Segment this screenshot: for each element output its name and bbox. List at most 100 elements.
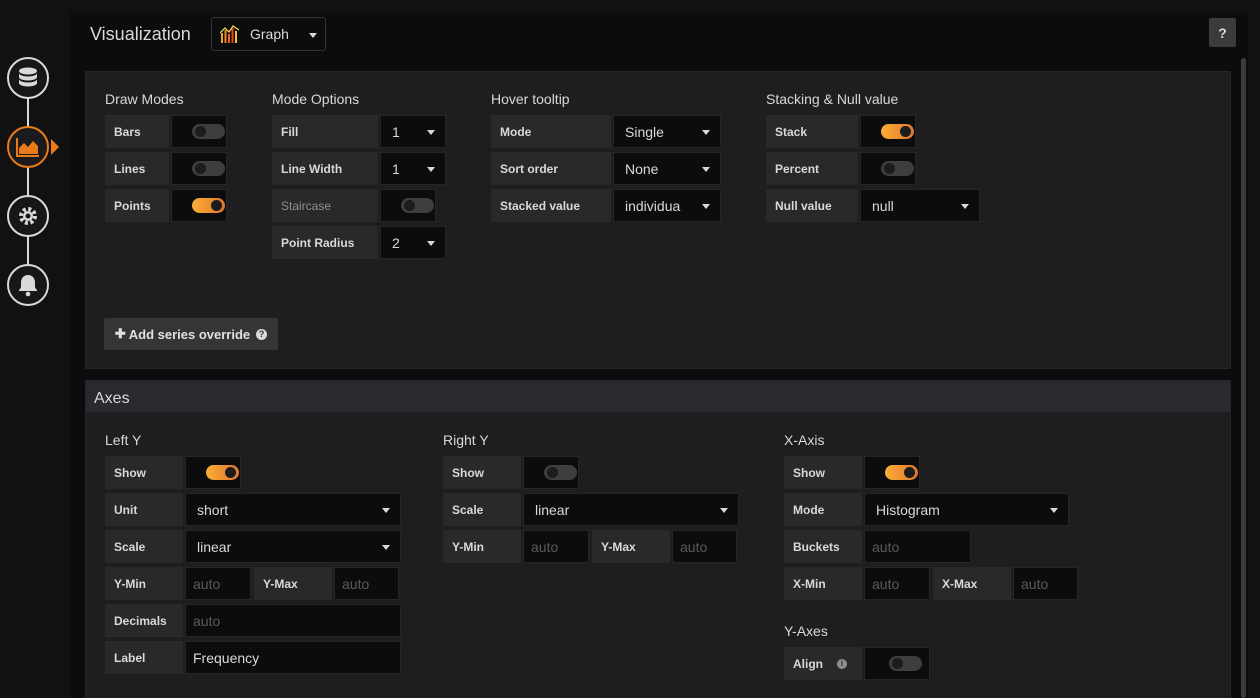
stack-switch-box bbox=[860, 115, 916, 148]
x-axis-buckets-label: Buckets bbox=[784, 530, 862, 563]
x-axis-xmax-placeholder: auto bbox=[1021, 575, 1049, 592]
x-axis-xmin-label: X-Min bbox=[784, 567, 862, 600]
points-label: Points bbox=[105, 189, 169, 222]
null-value-row: Null value null bbox=[766, 189, 980, 222]
left-y-ymin-label: Y-Min bbox=[105, 567, 183, 600]
tooltip-mode-row: Mode Single bbox=[491, 115, 721, 148]
tooltip-mode-select[interactable]: Single bbox=[613, 115, 721, 148]
bars-toggle[interactable] bbox=[192, 124, 225, 139]
left-y-scale-label: Scale bbox=[105, 530, 183, 563]
right-y-ymax-input[interactable]: auto bbox=[672, 530, 737, 563]
x-axis-buckets-input[interactable]: auto bbox=[864, 530, 971, 563]
bars-switch-box bbox=[171, 115, 227, 148]
axes-section: Axes Left Y Show Unit short Scale linear bbox=[85, 380, 1231, 698]
left-y-ymax-label: Y-Max bbox=[254, 567, 332, 600]
point-radius-label: Point Radius bbox=[272, 226, 378, 259]
sidebar bbox=[0, 0, 62, 698]
null-value-select[interactable]: null bbox=[860, 189, 980, 222]
fill-select[interactable]: 1 bbox=[380, 115, 446, 148]
sidebar-item-queries[interactable] bbox=[7, 57, 49, 99]
stacked-value-label: Stacked value bbox=[491, 189, 611, 222]
x-axis-xmax-input[interactable]: auto bbox=[1013, 567, 1078, 600]
visualization-picker[interactable]: Graph bbox=[211, 17, 326, 51]
mode-options-title: Mode Options bbox=[272, 91, 360, 107]
sidebar-item-alert[interactable] bbox=[7, 264, 49, 306]
sidebar-item-general[interactable] bbox=[7, 195, 49, 237]
add-series-override-button[interactable]: ✚ Add series override ? bbox=[104, 318, 278, 350]
sort-order-label: Sort order bbox=[491, 152, 611, 185]
line-width-value: 1 bbox=[392, 160, 400, 177]
left-y-show-row: Show bbox=[105, 456, 241, 489]
x-axis-mode-select[interactable]: Histogram bbox=[864, 493, 1069, 526]
right-y-ymin-placeholder: auto bbox=[531, 538, 559, 555]
point-radius-row: Point Radius 2 bbox=[272, 226, 446, 259]
sort-order-select[interactable]: None bbox=[613, 152, 721, 185]
sidebar-item-visualization[interactable] bbox=[7, 126, 49, 168]
y-axes-align-text: Align bbox=[793, 656, 823, 671]
x-axis-show-switch-box bbox=[864, 456, 920, 489]
bars-label: Bars bbox=[105, 115, 169, 148]
left-y-label-input[interactable]: Frequency bbox=[185, 641, 401, 674]
axes-header[interactable]: Axes bbox=[86, 381, 1230, 412]
points-toggle[interactable] bbox=[192, 198, 225, 213]
help-button[interactable]: ? bbox=[1209, 18, 1236, 47]
left-y-scale-select[interactable]: linear bbox=[185, 530, 401, 563]
left-y-show-label: Show bbox=[105, 456, 183, 489]
staircase-switch-box bbox=[380, 189, 436, 222]
left-y-decimals-input[interactable]: auto bbox=[185, 604, 401, 637]
right-y-show-toggle[interactable] bbox=[544, 465, 577, 480]
display-options-section: Draw Modes Bars Lines Points Mode Option… bbox=[85, 71, 1231, 369]
right-y-show-switch-box bbox=[523, 456, 579, 489]
lines-toggle[interactable] bbox=[192, 161, 225, 176]
x-axis-minmax-row: X-Min auto X-Max auto bbox=[784, 567, 1078, 600]
right-y-scale-select[interactable]: linear bbox=[523, 493, 739, 526]
chevron-down-icon bbox=[702, 130, 710, 135]
fill-row: Fill 1 bbox=[272, 115, 446, 148]
stack-toggle[interactable] bbox=[881, 124, 914, 139]
left-y-ymax-input[interactable]: auto bbox=[334, 567, 399, 600]
x-axis-xmin-input[interactable]: auto bbox=[864, 567, 930, 600]
left-y-ymin-placeholder: auto bbox=[193, 575, 221, 592]
left-y-scale-value: linear bbox=[197, 538, 232, 555]
stacking-title: Stacking & Null value bbox=[766, 91, 899, 107]
x-axis-mode-row: Mode Histogram bbox=[784, 493, 1069, 526]
percent-switch-box bbox=[860, 152, 916, 185]
question-circle-icon: ? bbox=[256, 328, 268, 340]
y-axes-align-toggle[interactable] bbox=[889, 656, 922, 671]
percent-toggle[interactable] bbox=[881, 161, 914, 176]
right-y-ymin-input[interactable]: auto bbox=[523, 530, 589, 563]
left-y-ymin-input[interactable]: auto bbox=[185, 567, 251, 600]
left-y-scale-row: Scale linear bbox=[105, 530, 401, 563]
app-root: Visualization Graph ? Draw Modes Bars Li… bbox=[0, 0, 1260, 698]
left-y-unit-value: short bbox=[197, 501, 229, 518]
x-axis-buckets-row: Buckets auto bbox=[784, 530, 971, 563]
line-width-select[interactable]: 1 bbox=[380, 152, 446, 185]
x-axis-title: X-Axis bbox=[784, 432, 825, 448]
left-y-unit-select[interactable]: short bbox=[185, 493, 401, 526]
info-icon: i bbox=[837, 658, 847, 669]
null-value-value: null bbox=[872, 197, 894, 214]
left-y-title: Left Y bbox=[105, 432, 142, 448]
point-radius-select[interactable]: 2 bbox=[380, 226, 446, 259]
left-y-show-toggle[interactable] bbox=[206, 465, 239, 480]
stack-row: Stack bbox=[766, 115, 916, 148]
x-axis-buckets-placeholder: auto bbox=[872, 538, 900, 555]
null-value-label: Null value bbox=[766, 189, 858, 222]
chevron-down-icon bbox=[702, 167, 710, 172]
staircase-label: Staircase bbox=[272, 189, 378, 222]
left-y-minmax-row: Y-Min auto Y-Max auto bbox=[105, 567, 399, 600]
stacked-value-select[interactable]: individua bbox=[613, 189, 721, 222]
hover-tooltip-title: Hover tooltip bbox=[491, 91, 570, 107]
chevron-down-icon bbox=[427, 130, 435, 135]
left-y-show-switch-box bbox=[185, 456, 241, 489]
left-y-unit-row: Unit short bbox=[105, 493, 401, 526]
chevron-down-icon bbox=[702, 204, 710, 209]
scrollbar[interactable] bbox=[1241, 58, 1246, 698]
staircase-toggle[interactable] bbox=[401, 198, 434, 213]
tooltip-mode-value: Single bbox=[625, 123, 664, 140]
lines-label: Lines bbox=[105, 152, 169, 185]
x-axis-show-toggle[interactable] bbox=[885, 465, 918, 480]
percent-label: Percent bbox=[766, 152, 858, 185]
bars-row: Bars bbox=[105, 115, 227, 148]
bell-icon bbox=[18, 275, 38, 297]
